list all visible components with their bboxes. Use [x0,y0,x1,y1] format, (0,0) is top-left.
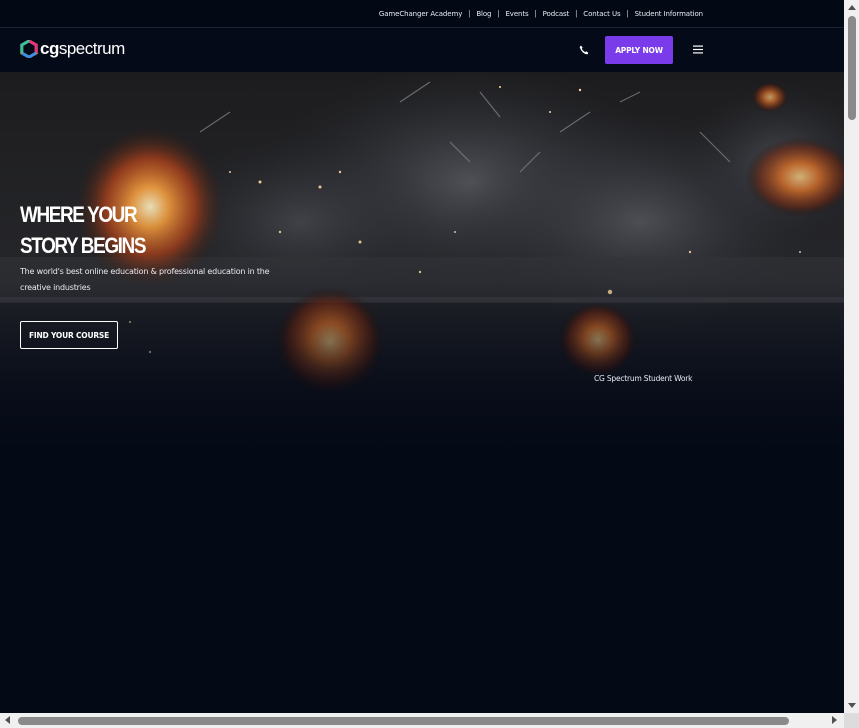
utility-nav: GameChanger Academy | Blog | Events | Po… [0,0,844,28]
find-your-course-button[interactable]: FIND YOUR COURSE [20,321,118,349]
scroll-down-arrow-icon[interactable] [848,703,856,708]
main-header: cgspectrum APPLY NOW [0,29,844,72]
student-work-caption: CG Spectrum Student Work [594,374,693,383]
horizontal-scrollbar[interactable] [0,713,844,728]
utility-link-student-information[interactable]: Student Information [635,10,704,18]
hero-background-image [0,72,844,452]
scroll-up-arrow-icon[interactable] [848,5,856,10]
phone-icon[interactable] [578,44,590,56]
hero-title-line-1: WHERE YOUR [20,202,138,227]
utility-link-gamechanger-academy[interactable]: GameChanger Academy [379,10,462,18]
hamburger-menu-icon[interactable] [693,45,703,54]
utility-separator: | [626,9,629,18]
utility-separator: | [534,9,537,18]
logo-wordmark: cgspectrum [40,39,125,58]
utility-link-podcast[interactable]: Podcast [543,10,570,18]
utility-link-contact-us[interactable]: Contact Us [583,10,620,18]
utility-separator: | [497,9,500,18]
vertical-scrollbar-thumb[interactable] [848,16,856,120]
scrollbar-corner [844,713,859,728]
scroll-right-arrow-icon[interactable] [832,716,837,724]
scroll-left-arrow-icon[interactable] [5,716,10,724]
utility-separator: | [575,9,578,18]
hero-subtitle: The world's best online education & prof… [20,267,270,292]
apply-now-button[interactable]: APPLY NOW [605,36,673,64]
cgspectrum-logo[interactable]: cgspectrum [20,40,125,58]
utility-separator: | [468,9,471,18]
page: GameChanger Academy | Blog | Events | Po… [0,0,844,713]
utility-link-blog[interactable]: Blog [476,10,491,18]
hero-title-line-2: STORY BEGINS [20,233,146,258]
hexagon-logo-icon [20,40,38,58]
utility-link-events[interactable]: Events [505,10,528,18]
hero-section: WHERE YOUR STORY BEGINS The world's best… [0,72,844,452]
hero-title: WHERE YOUR STORY BEGINS [20,199,146,261]
horizontal-scrollbar-thumb[interactable] [18,717,789,725]
vertical-scrollbar[interactable] [844,0,859,713]
